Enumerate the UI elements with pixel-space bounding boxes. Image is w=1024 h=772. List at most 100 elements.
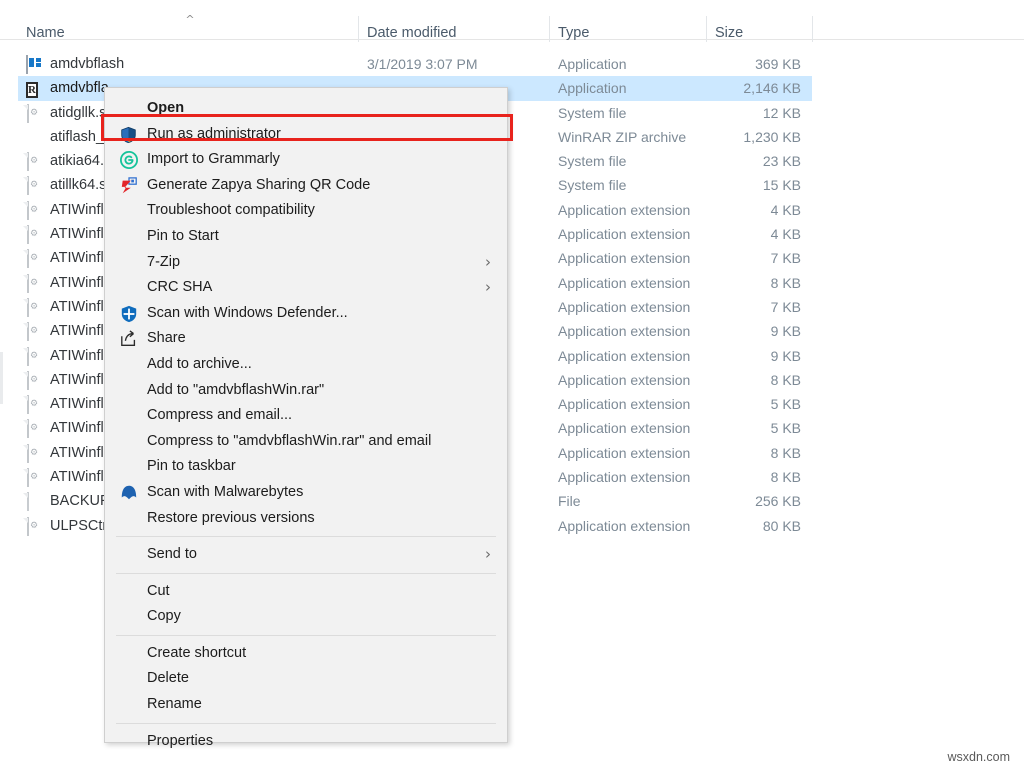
file-name: ATIWinfla	[50, 420, 112, 437]
file-size: 5 KB	[660, 396, 801, 413]
menu-item-label: 7-Zip	[147, 250, 180, 276]
menu-item-label: Properties	[147, 729, 213, 755]
uac-shield-icon	[120, 126, 138, 144]
system-file-icon	[26, 518, 43, 535]
menu-item[interactable]: Restore previous versions	[105, 506, 507, 532]
file-name: atiflash_	[50, 129, 104, 146]
menu-item-label: Create shortcut	[147, 641, 246, 667]
menu-item[interactable]: Scan with Malwarebytes	[105, 480, 507, 506]
share-icon	[120, 330, 138, 348]
system-file-icon	[26, 396, 43, 413]
file-name: ATIWinfla	[50, 396, 112, 413]
file-type: System file	[558, 105, 626, 122]
system-file-icon	[26, 469, 43, 486]
menu-item[interactable]: Compress and email...	[105, 403, 507, 429]
column-divider[interactable]	[812, 16, 813, 42]
defender-icon	[120, 305, 138, 323]
winrar-icon	[26, 129, 43, 146]
watermark: wsxdn.com	[947, 750, 1010, 764]
menu-item[interactable]: CRC SHA›	[105, 275, 507, 301]
file-size: 8 KB	[660, 275, 801, 292]
submenu-chevron-right-icon: ›	[485, 250, 491, 276]
file-date-modified: 3/1/2019 3:07 PM	[367, 56, 478, 73]
app-r-icon: R	[26, 80, 43, 97]
file-name: BACKUP	[50, 493, 110, 510]
file-size: 80 KB	[660, 518, 801, 535]
file-name: atidgllk.s	[50, 105, 106, 122]
file-row[interactable]: amdvbflash3/1/2019 3:07 PMApplication369…	[0, 52, 1024, 76]
file-name: ATIWinfla	[50, 299, 112, 316]
file-size: 2,146 KB	[660, 80, 801, 97]
file-type: Application	[558, 80, 627, 97]
menu-item[interactable]: Share	[105, 326, 507, 352]
menu-item[interactable]: Scan with Windows Defender...	[105, 301, 507, 327]
menu-item-label: Share	[147, 326, 186, 352]
context-menu[interactable]: OpenRun as administratorImport to Gramma…	[104, 87, 508, 743]
column-header-date-modified[interactable]: Date modified	[367, 25, 456, 41]
menu-item[interactable]: Import to Grammarly	[105, 147, 507, 173]
menu-item[interactable]: Pin to Start	[105, 224, 507, 250]
file-size: 8 KB	[660, 372, 801, 389]
menu-item-label: Add to archive...	[147, 352, 252, 378]
file-size: 4 KB	[660, 226, 801, 243]
column-divider[interactable]	[549, 16, 550, 42]
menu-item[interactable]: Create shortcut	[105, 641, 507, 667]
menu-item-label: Send to	[147, 542, 197, 568]
winrar-icon	[120, 407, 138, 425]
system-file-icon	[26, 177, 43, 194]
system-file-icon	[26, 226, 43, 243]
plain-file-icon	[26, 493, 43, 510]
menu-item[interactable]: Open	[105, 96, 507, 122]
system-file-icon	[26, 275, 43, 292]
column-divider[interactable]	[358, 16, 359, 42]
file-size: 1,230 KB	[660, 129, 801, 146]
column-header-type[interactable]: Type	[558, 25, 589, 41]
file-type: System file	[558, 177, 626, 194]
column-header-name[interactable]: Name	[26, 25, 65, 41]
file-name: amdvbfla	[50, 80, 109, 97]
menu-item-label: Compress and email...	[147, 403, 292, 429]
menu-item[interactable]: Send to ›	[105, 542, 507, 568]
sort-ascending-icon: ^	[183, 15, 197, 24]
system-file-icon	[26, 445, 43, 462]
menu-item[interactable]: Pin to taskbar	[105, 454, 507, 480]
column-header-size[interactable]: Size	[715, 25, 743, 41]
system-file-icon	[26, 250, 43, 267]
file-type: Application	[558, 56, 627, 73]
file-size: 7 KB	[660, 250, 801, 267]
menu-item-label: Copy	[147, 604, 181, 630]
menu-item[interactable]: Add to "amdvbflashWin.rar"	[105, 378, 507, 404]
file-name: ATIWinfla	[50, 323, 112, 340]
menu-item[interactable]: Compress to "amdvbflashWin.rar" and emai…	[105, 429, 507, 455]
winrar-icon	[120, 356, 138, 374]
menu-item-label: Delete	[147, 666, 189, 692]
file-size: 256 KB	[660, 493, 801, 510]
system-file-icon	[26, 420, 43, 437]
file-size: 5 KB	[660, 420, 801, 437]
menu-item[interactable]: Generate Zapya Sharing QR Code	[105, 173, 507, 199]
file-name: ATIWinfla	[50, 445, 112, 462]
menu-item-label: Pin to Start	[147, 224, 219, 250]
menu-item[interactable]: 7-Zip ›	[105, 250, 507, 276]
menu-separator	[116, 536, 496, 537]
menu-item[interactable]: Properties	[105, 729, 507, 755]
column-divider[interactable]	[706, 16, 707, 42]
menu-item[interactable]: Copy	[105, 604, 507, 630]
menu-item[interactable]: Delete	[105, 666, 507, 692]
menu-item-label: Open	[147, 96, 184, 122]
system-file-icon	[26, 153, 43, 170]
grammarly-icon	[120, 151, 138, 169]
menu-item-label: Add to "amdvbflashWin.rar"	[147, 378, 324, 404]
menu-item[interactable]: Run as administrator	[105, 122, 507, 148]
file-size: 12 KB	[660, 105, 801, 122]
menu-separator	[116, 573, 496, 574]
system-file-icon	[26, 348, 43, 365]
submenu-chevron-right-icon: ›	[485, 542, 491, 568]
file-size: 9 KB	[660, 323, 801, 340]
menu-item[interactable]: Add to archive...	[105, 352, 507, 378]
file-size: 7 KB	[660, 299, 801, 316]
menu-item[interactable]: Cut	[105, 579, 507, 605]
menu-item[interactable]: Rename	[105, 692, 507, 718]
menu-item-label: Cut	[147, 579, 170, 605]
menu-item[interactable]: Troubleshoot compatibility	[105, 198, 507, 224]
